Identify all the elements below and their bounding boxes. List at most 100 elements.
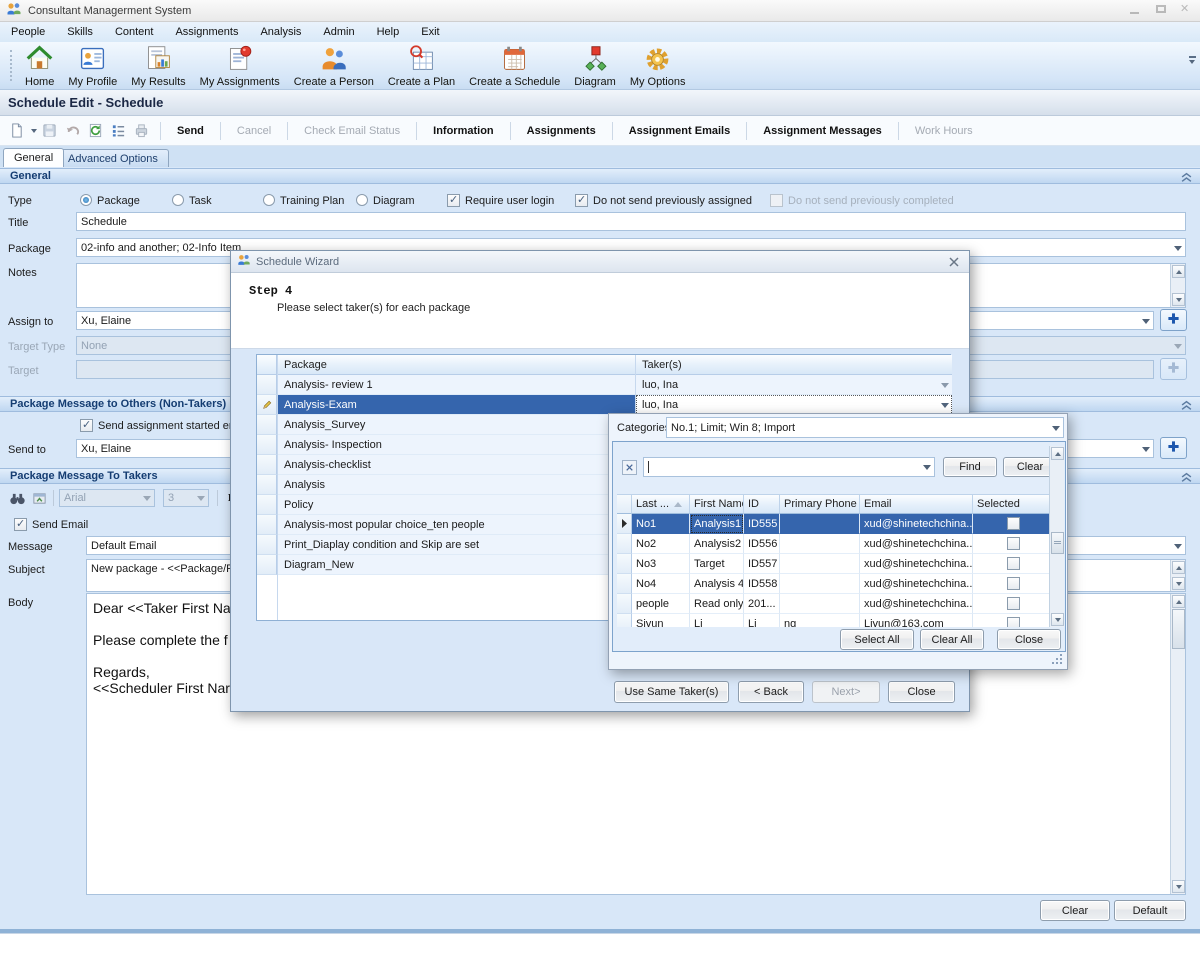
assign-to-add-button[interactable] [1160, 309, 1187, 331]
selected-checkbox[interactable] [1007, 557, 1020, 570]
font-size-combo[interactable]: 3 [163, 489, 209, 507]
scroll-down-icon[interactable] [1172, 577, 1185, 590]
scroll-down-icon[interactable] [1172, 293, 1185, 306]
title-input[interactable]: Schedule [76, 212, 1186, 231]
subject-scrollbar[interactable] [1170, 560, 1185, 591]
default-button[interactable]: Default [1114, 900, 1186, 921]
package-row[interactable]: Analysis [278, 475, 635, 495]
selected-checkbox[interactable] [1007, 617, 1020, 627]
radio-package[interactable] [80, 194, 92, 206]
categories-combo[interactable]: No.1; Limit; Win 8; Import [666, 417, 1064, 438]
notes-scrollbar[interactable] [1170, 264, 1185, 307]
menu-admin[interactable]: Admin [312, 23, 365, 41]
toolbar-grip[interactable] [10, 50, 14, 81]
send-email-checkbox[interactable]: ✓ [14, 518, 27, 531]
refresh-icon[interactable] [88, 122, 105, 139]
package-row[interactable]: Analysis- review 1 [278, 375, 635, 395]
table-row-selected[interactable]: No1 Analysis1 ID555 xud@shinetechchina..… [617, 514, 1051, 534]
close-button[interactable]: ✕ [1180, 4, 1194, 16]
menu-assignments[interactable]: Assignments [164, 23, 249, 41]
send-to-add-button[interactable] [1160, 437, 1187, 459]
column-header-primary-phone[interactable]: Primary Phone [780, 494, 860, 514]
print-icon[interactable] [134, 122, 151, 139]
toolbar-diagram-button[interactable]: Diagram [567, 42, 623, 89]
minimize-button[interactable] [1128, 4, 1142, 16]
body-scrollbar[interactable] [1170, 594, 1185, 894]
scroll-down-icon[interactable] [1172, 880, 1185, 893]
tab-advanced-options[interactable]: Advanced Options [57, 149, 169, 167]
new-document-dropdown-icon[interactable] [31, 129, 37, 133]
menu-content[interactable]: Content [104, 23, 165, 41]
find-binoculars-icon[interactable] [8, 489, 27, 507]
wizard-close-icon[interactable] [949, 257, 959, 270]
maximize-button[interactable] [1154, 4, 1168, 16]
scroll-up-icon[interactable] [1051, 447, 1064, 460]
details-list-icon[interactable] [111, 122, 128, 139]
search-combo[interactable] [643, 457, 935, 477]
collapse-chevron-icon[interactable] [1181, 472, 1192, 486]
taker-cell-editing[interactable]: luo, Ina [636, 395, 952, 415]
assignment-messages-button[interactable]: Assignment Messages [753, 121, 892, 141]
back-button[interactable]: < Back [738, 681, 804, 703]
column-header-email[interactable]: Email [860, 494, 973, 514]
scroll-up-icon[interactable] [1172, 265, 1185, 278]
new-document-icon[interactable] [9, 122, 26, 139]
scrollbar-thumb[interactable] [1172, 609, 1185, 649]
taker-cell[interactable]: luo, Ina [636, 375, 952, 395]
table-row[interactable]: people Read only 201... xud@shinetechchi… [617, 594, 1051, 614]
table-row[interactable]: No3 Target ID557 xud@shinetechchina... [617, 554, 1051, 574]
scroll-up-icon[interactable] [1172, 595, 1185, 608]
font-name-combo[interactable]: Arial [59, 489, 155, 507]
table-row[interactable]: No4 Analysis 4 ID558 xud@shinetechchina.… [617, 574, 1051, 594]
radio-diagram[interactable] [356, 194, 368, 206]
package-row[interactable]: Analysis- Inspection [278, 435, 635, 455]
toolbar-overflow-button[interactable] [1186, 56, 1198, 76]
column-header-first-name[interactable]: First Name [690, 494, 744, 514]
column-header-takers[interactable]: Taker(s) [636, 355, 952, 375]
column-header-last-name[interactable]: Last ... [632, 494, 690, 514]
wizard-close-button[interactable]: Close [888, 681, 955, 703]
package-row[interactable]: Policy [278, 495, 635, 515]
collapse-chevron-icon[interactable] [1181, 400, 1192, 414]
check-email-status-button[interactable]: Check Email Status [294, 121, 410, 141]
selected-checkbox[interactable] [1007, 517, 1020, 530]
column-header-package[interactable]: Package [278, 355, 635, 375]
scrollbar-thumb[interactable] [1051, 532, 1064, 554]
toolbar-create-person-button[interactable]: Create a Person [287, 42, 381, 89]
send-button[interactable]: Send [167, 121, 214, 141]
work-hours-button[interactable]: Work Hours [905, 121, 983, 141]
toolbar-my-assignments-button[interactable]: My Assignments [193, 42, 287, 89]
package-row[interactable]: Analysis-checklist [278, 455, 635, 475]
package-row-selected[interactable]: Analysis-Exam [278, 395, 635, 415]
toolbar-my-options-button[interactable]: My Options [623, 42, 693, 89]
require-user-login-checkbox[interactable]: ✓ [447, 194, 460, 207]
no-previously-completed-checkbox[interactable] [770, 194, 783, 207]
package-row[interactable]: Print_Diaplay condition and Skip are set [278, 535, 635, 555]
package-row[interactable]: Analysis-most popular choice_ten people [278, 515, 635, 535]
information-button[interactable]: Information [423, 121, 504, 141]
menu-skills[interactable]: Skills [56, 23, 104, 41]
selected-checkbox[interactable] [1007, 597, 1020, 610]
save-icon[interactable] [42, 122, 59, 139]
toolbar-my-results-button[interactable]: My Results [124, 42, 192, 89]
popup-close-button[interactable]: Close [997, 629, 1061, 650]
next-button[interactable]: Next> [812, 681, 880, 703]
insert-field-icon[interactable] [30, 489, 49, 507]
selected-checkbox[interactable] [1007, 537, 1020, 550]
select-all-button[interactable]: Select All [840, 629, 914, 650]
scroll-up-icon[interactable] [1172, 561, 1185, 574]
popup-scrollbar[interactable] [1049, 446, 1064, 627]
selected-checkbox[interactable] [1007, 577, 1020, 590]
toolbar-create-schedule-button[interactable]: Create a Schedule [462, 42, 567, 89]
table-row[interactable]: No2 Analysis2 ID556 xud@shinetechchina..… [617, 534, 1051, 554]
package-row[interactable]: Analysis_Survey [278, 415, 635, 435]
package-row[interactable]: Diagram_New [278, 555, 635, 575]
toolbar-home-button[interactable]: Home [18, 42, 61, 89]
column-header-selected[interactable]: Selected [973, 494, 1051, 514]
toolbar-create-plan-button[interactable]: Create a Plan [381, 42, 462, 89]
column-header-id[interactable]: ID [744, 494, 780, 514]
undo-icon[interactable] [65, 122, 82, 139]
menu-people[interactable]: People [0, 23, 56, 41]
assignments-button[interactable]: Assignments [517, 121, 606, 141]
assignment-emails-button[interactable]: Assignment Emails [619, 121, 740, 141]
